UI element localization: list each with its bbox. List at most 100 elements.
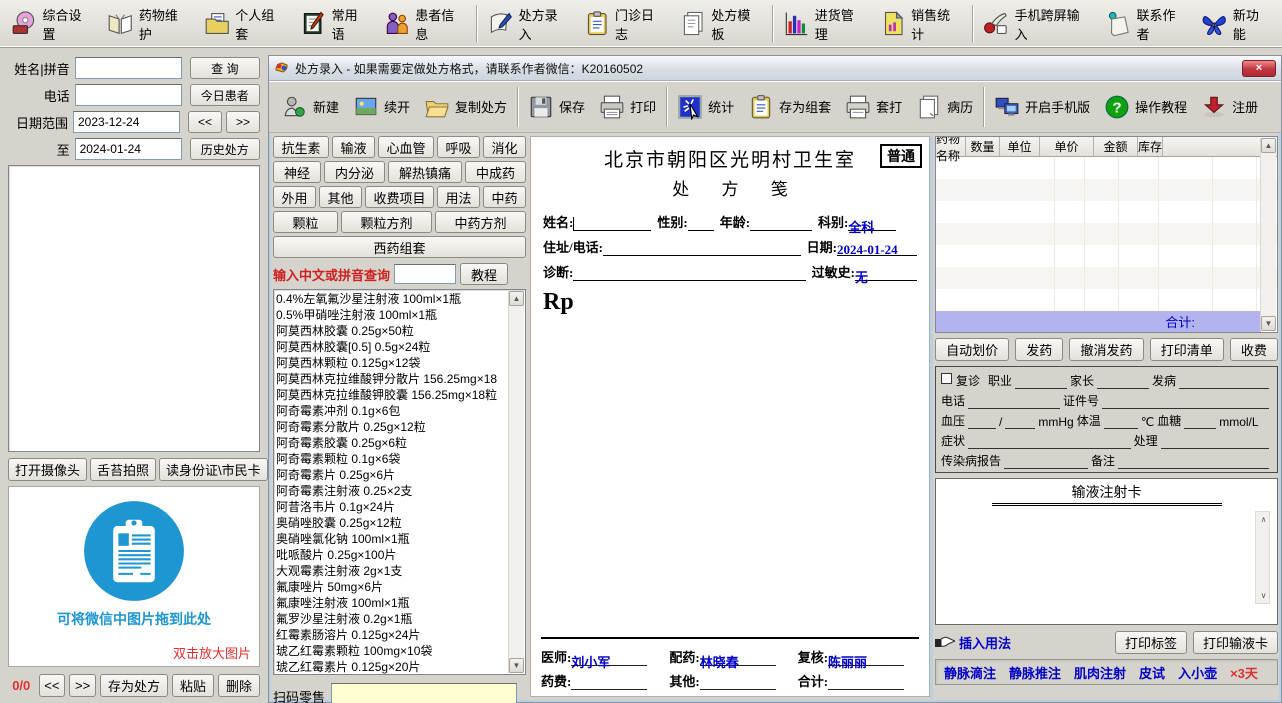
bp-sys-field[interactable]: [968, 415, 996, 429]
drug-category-button[interactable]: 内分泌: [324, 161, 385, 183]
toolbar-item-personal-groups[interactable]: 个人组套: [197, 3, 293, 45]
drug-list-item[interactable]: 阿奇霉素片 0.25g×6片: [276, 467, 507, 483]
drug-list-item[interactable]: 琥乙红霉素颗粒 100mg×10袋: [276, 643, 507, 659]
register-button[interactable]: 注册: [1194, 85, 1265, 129]
drug-list-item[interactable]: 阿奇霉素颗粒 0.1g×6袋: [276, 451, 507, 467]
dept-field[interactable]: 全科: [848, 217, 896, 231]
close-button[interactable]: ×: [1242, 60, 1276, 77]
column-header[interactable]: 单位: [1000, 137, 1040, 156]
drug-list-scrollbar[interactable]: ▲ ▼: [508, 291, 524, 673]
toolbar-item-common-phrases[interactable]: 常用语: [293, 3, 377, 45]
tutorial-button[interactable]: ? 操作教程: [1097, 85, 1194, 129]
usage-link[interactable]: 入小壶: [1178, 663, 1217, 682]
drug-list-item[interactable]: 氟康唑片 50mg×6片: [276, 579, 507, 595]
continue-rx-button[interactable]: 续开: [346, 85, 417, 129]
column-header[interactable]: 药物名称: [936, 137, 966, 156]
drug-category-button[interactable]: 中药方剂: [435, 211, 526, 233]
phone-version-button[interactable]: 开启手机版: [987, 85, 1097, 129]
diagnosis-field[interactable]: [573, 267, 805, 281]
scan-retail-input[interactable]: [331, 683, 517, 703]
drug-list-item[interactable]: 奥硝唑氯化钠 100ml×1瓶: [276, 531, 507, 547]
other-field[interactable]: [700, 676, 776, 690]
drug-category-button[interactable]: 抗生素: [273, 136, 329, 158]
review-field[interactable]: 陈丽丽: [828, 652, 904, 666]
sugar-field[interactable]: [1184, 415, 1216, 429]
usage-link[interactable]: 肌肉注射: [1074, 663, 1126, 682]
drug-category-button[interactable]: 中成药: [465, 161, 526, 183]
note-field[interactable]: [1118, 455, 1269, 469]
drug-category-button[interactable]: 西药组套: [273, 236, 526, 258]
scroll-down-icon[interactable]: ▼: [1261, 316, 1276, 331]
read-idcard-button[interactable]: 读身份证\市民卡: [159, 458, 268, 481]
drug-list-item[interactable]: 氟康唑注射液 100ml×1瓶: [276, 595, 507, 611]
name-field[interactable]: [573, 217, 651, 231]
print-label-button[interactable]: 打印标签: [1115, 631, 1187, 654]
toolbar-item-contact-author[interactable]: 联系作者: [1098, 3, 1194, 45]
phone2-field[interactable]: [968, 395, 1060, 409]
rx-body-blank[interactable]: [531, 316, 929, 637]
drug-category-button[interactable]: 神经: [273, 161, 321, 183]
drug-category-button[interactable]: 中药: [483, 186, 526, 208]
allergy-field[interactable]: 无: [855, 267, 917, 281]
patient-result-list[interactable]: [8, 165, 260, 452]
drug-list-item[interactable]: 阿昔洛韦片 0.1g×24片: [276, 499, 507, 515]
age-field[interactable]: [750, 217, 812, 231]
usage-link[interactable]: 静脉推注: [1009, 663, 1061, 682]
drug-list-item[interactable]: 大观霉素注射液 2g×1支: [276, 563, 507, 579]
drug-category-button[interactable]: 呼吸: [437, 136, 480, 158]
batch-print-button[interactable]: 套打: [838, 85, 909, 129]
save-as-group-button[interactable]: 存为组套: [741, 85, 838, 129]
column-header[interactable]: 单价: [1040, 137, 1094, 156]
scroll-up-icon[interactable]: ▲: [1261, 138, 1276, 153]
stats-button[interactable]: 统计: [670, 85, 741, 129]
guardian-field[interactable]: [1097, 375, 1149, 389]
infusion-card-scrollbar[interactable]: ∧ ∨: [1255, 511, 1270, 604]
drug-list-item[interactable]: 氟罗沙星注射液 0.2g×1瓶: [276, 611, 507, 627]
drug-list-item[interactable]: 奥硝唑胶囊 0.25g×12粒: [276, 515, 507, 531]
today-patients-button[interactable]: 今日患者: [190, 84, 260, 106]
table-row[interactable]: [936, 245, 1277, 267]
toolbar-item-purchase-mgmt[interactable]: 进货管理: [776, 3, 872, 45]
drug-category-button[interactable]: 心血管: [378, 136, 434, 158]
scroll-down-icon[interactable]: ▼: [509, 658, 524, 673]
insert-usage-link[interactable]: 插入用法: [935, 633, 1011, 652]
drug-list-item[interactable]: 阿莫西林克拉维酸钾分散片 156.25mg×18: [276, 371, 507, 387]
toolbar-item-sales-stats[interactable]: 销售统计: [873, 3, 969, 45]
drug-list-item[interactable]: 吡哌酸片 0.25g×100片: [276, 547, 507, 563]
toolbar-item-patient-info[interactable]: 患者信息: [377, 3, 473, 45]
table-row[interactable]: [936, 201, 1277, 223]
handle-field[interactable]: [1161, 435, 1269, 449]
print-button[interactable]: 打印: [592, 85, 663, 129]
drug-category-button[interactable]: 其他: [319, 186, 362, 208]
toolbar-item-prescription-entry[interactable]: 处方录入: [480, 3, 576, 45]
symptom-field[interactable]: [968, 435, 1131, 449]
column-header[interactable]: 金额: [1094, 137, 1138, 156]
toolbar-item-phone-input[interactable]: 手机跨屏输入: [976, 3, 1098, 45]
query-button[interactable]: 查 询: [190, 57, 260, 79]
drug-list-item[interactable]: 0.5%甲硝唑注射液 100ml×1瓶: [276, 307, 507, 323]
column-header[interactable]: 库存: [1138, 137, 1163, 156]
drug-list-item[interactable]: 阿莫西林颗粒 0.125g×12袋: [276, 355, 507, 371]
revisit-checkbox[interactable]: [941, 373, 952, 384]
phone-input[interactable]: [75, 84, 182, 106]
medical-record-button[interactable]: 病历: [909, 85, 980, 129]
sum-field[interactable]: [828, 676, 904, 690]
infusion-card[interactable]: 输液注射卡 ∧ ∨: [935, 478, 1278, 625]
tutorial-link-button[interactable]: 教程: [460, 263, 508, 285]
charge-action-button[interactable]: 撤消发药: [1069, 338, 1143, 361]
charge-action-button[interactable]: 收费: [1230, 338, 1278, 361]
wechat-image-drop-area[interactable]: 可将微信中图片拖到此处 双击放大图片: [8, 486, 260, 667]
usage-link[interactable]: 皮试: [1139, 663, 1165, 682]
charge-action-button[interactable]: 自动划价: [935, 338, 1009, 361]
date-next-button[interactable]: >>: [226, 111, 260, 133]
drug-list-item[interactable]: 0.4%左氧氟沙星注射液 100ml×1瓶: [276, 291, 507, 307]
drug-category-button[interactable]: 解热镇痛: [388, 161, 462, 183]
days-multiplier-link[interactable]: ×3天: [1230, 663, 1258, 682]
drug-list-item[interactable]: 琥乙红霉素片 0.125g×20片: [276, 659, 507, 675]
paste-button[interactable]: 粘贴: [172, 674, 214, 697]
drug-list-item[interactable]: 阿奇霉素冲剂 0.1g×6包: [276, 403, 507, 419]
toolbar-item-rx-template[interactable]: 处方模板: [673, 3, 769, 45]
tongue-photo-button[interactable]: 舌苔拍照: [90, 458, 156, 481]
drug-list-item[interactable]: 阿莫西林胶囊 0.25g×50粒: [276, 323, 507, 339]
charge-action-button[interactable]: 发药: [1015, 338, 1063, 361]
